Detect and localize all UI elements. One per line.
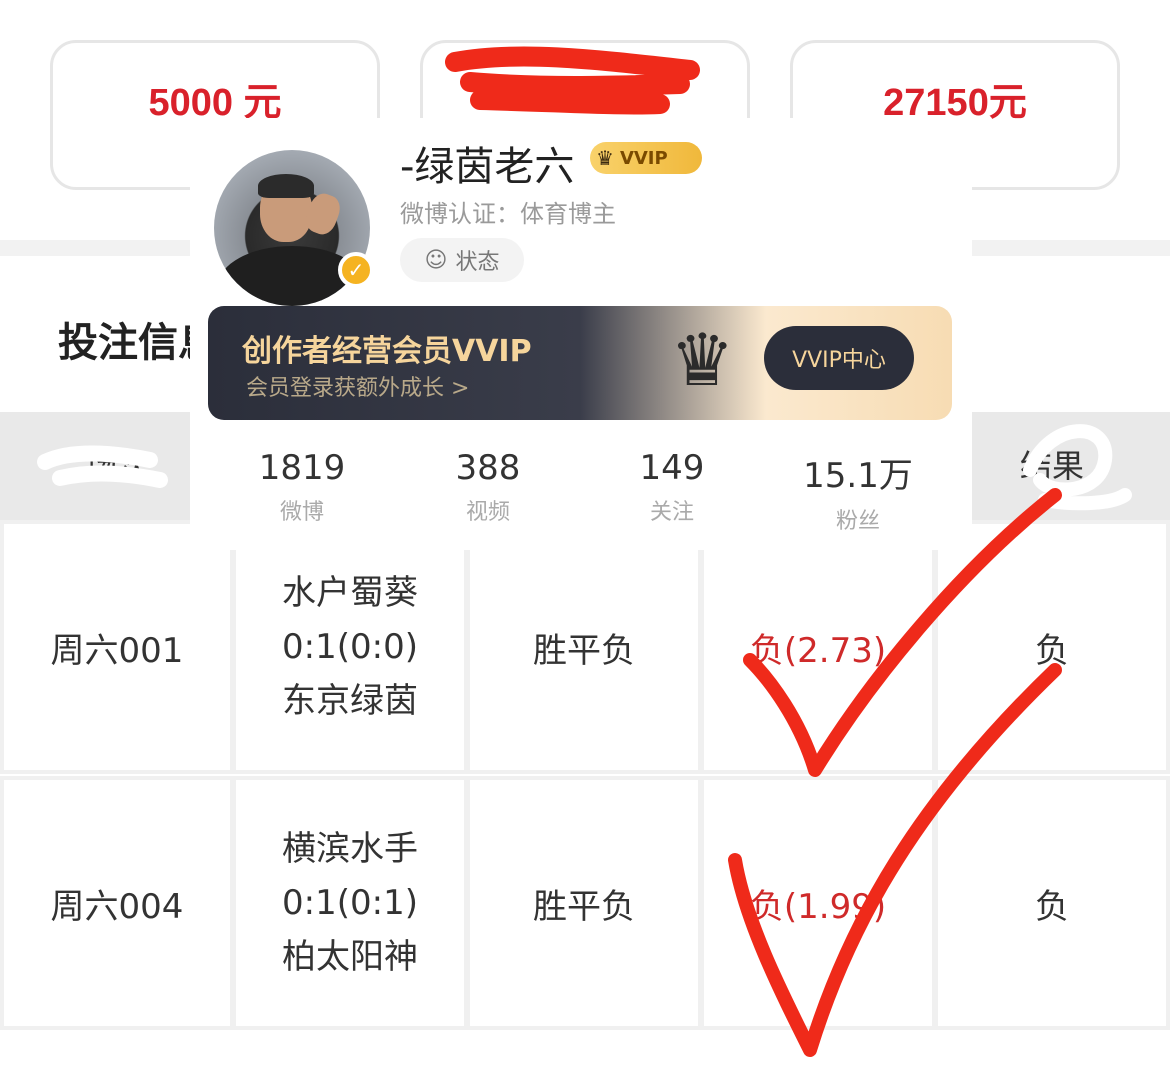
profile-card: ✓ -绿茵老六 ♛ VVIP 微博认证：体育博主 ☺ 状态 创作者经营会员VVI… xyxy=(190,118,972,550)
avatar-hair xyxy=(258,174,314,198)
crown-icon: ♛ xyxy=(670,318,735,402)
profile-name[interactable]: -绿茵老六 xyxy=(400,134,574,192)
home-team: 水户蜀葵 xyxy=(282,573,418,613)
crown-icon: ♛ xyxy=(596,146,614,170)
table-row: 周六004 横滨水手 0:1(0:1) 柏太阳神 胜平负 负(1.99) 负 xyxy=(0,776,1170,1030)
score: 0:1(0:1) xyxy=(282,883,418,923)
vvip-banner[interactable]: 创作者经营会员VVIP 会员登录获额外成长 > ♛ VVIP中心 xyxy=(208,306,952,420)
status-icon: ☺ xyxy=(424,247,448,273)
score: 0:1(0:0) xyxy=(282,627,418,667)
profile-stats: 1819 微博 388 视频 149 关注 15.1万 粉丝 xyxy=(190,448,972,538)
stat-label: 粉丝 xyxy=(835,509,880,534)
banner-subtitle[interactable]: 会员登录获额外成长 > xyxy=(246,370,469,402)
home-team: 横滨水手 xyxy=(282,829,418,869)
match-cell: 水户蜀葵 0:1(0:0) 东京绿茵 xyxy=(232,520,468,774)
pick-cell: 负(2.73) xyxy=(700,520,936,774)
stat-label: 关注 xyxy=(649,500,694,525)
stat-video[interactable]: 388 视频 xyxy=(408,448,568,526)
stat-number: 15.1万 xyxy=(803,456,913,496)
stat-number: 149 xyxy=(639,448,705,488)
stat-number: 1819 xyxy=(258,448,346,488)
away-team: 东京绿茵 xyxy=(282,681,418,721)
match-id-cell: 周六001 xyxy=(0,520,234,774)
match-cell: 横滨水手 0:1(0:1) 柏太阳神 xyxy=(232,776,468,1030)
stat-number: 388 xyxy=(455,448,521,488)
pick-cell: 负(1.99) xyxy=(700,776,936,1030)
verification-text: 微博认证：体育博主 xyxy=(400,200,616,228)
stat-label: 微博 xyxy=(279,500,324,525)
pick-value: 负(2.73) xyxy=(749,630,887,671)
result-cell: 负 xyxy=(934,520,1170,774)
watermark xyxy=(480,1030,690,1058)
banner-title: 创作者经营会员VVIP xyxy=(242,334,532,369)
status-button[interactable]: ☺ 状态 xyxy=(400,238,524,282)
stat-label: 视频 xyxy=(465,500,510,525)
pick-value: 负(1.99) xyxy=(749,886,887,927)
stat-following[interactable]: 149 关注 xyxy=(592,448,752,526)
match-id-cell: 周六004 xyxy=(0,776,234,1030)
status-label: 状态 xyxy=(455,250,500,275)
stat-weibo[interactable]: 1819 微博 xyxy=(222,448,382,526)
table-row: 周六001 水户蜀葵 0:1(0:0) 东京绿茵 胜平负 负(2.73) 负 xyxy=(0,520,1170,774)
result-cell: 负 xyxy=(934,776,1170,1030)
page: 5000 元 27150元 投注信息 场次 结果 周六001 水户蜀葵 0:1(… xyxy=(0,0,1170,1072)
stat-followers[interactable]: 15.1万 粉丝 xyxy=(778,448,938,535)
play-type-cell: 胜平负 xyxy=(466,520,702,774)
verified-icon: ✓ xyxy=(338,252,374,288)
away-team: 柏太阳神 xyxy=(282,937,418,977)
vip-badge[interactable]: ♛ VVIP xyxy=(590,142,702,174)
vip-badge-label: VVIP xyxy=(619,147,668,169)
vvip-center-button[interactable]: VVIP中心 xyxy=(764,326,914,390)
play-type-cell: 胜平负 xyxy=(466,776,702,1030)
